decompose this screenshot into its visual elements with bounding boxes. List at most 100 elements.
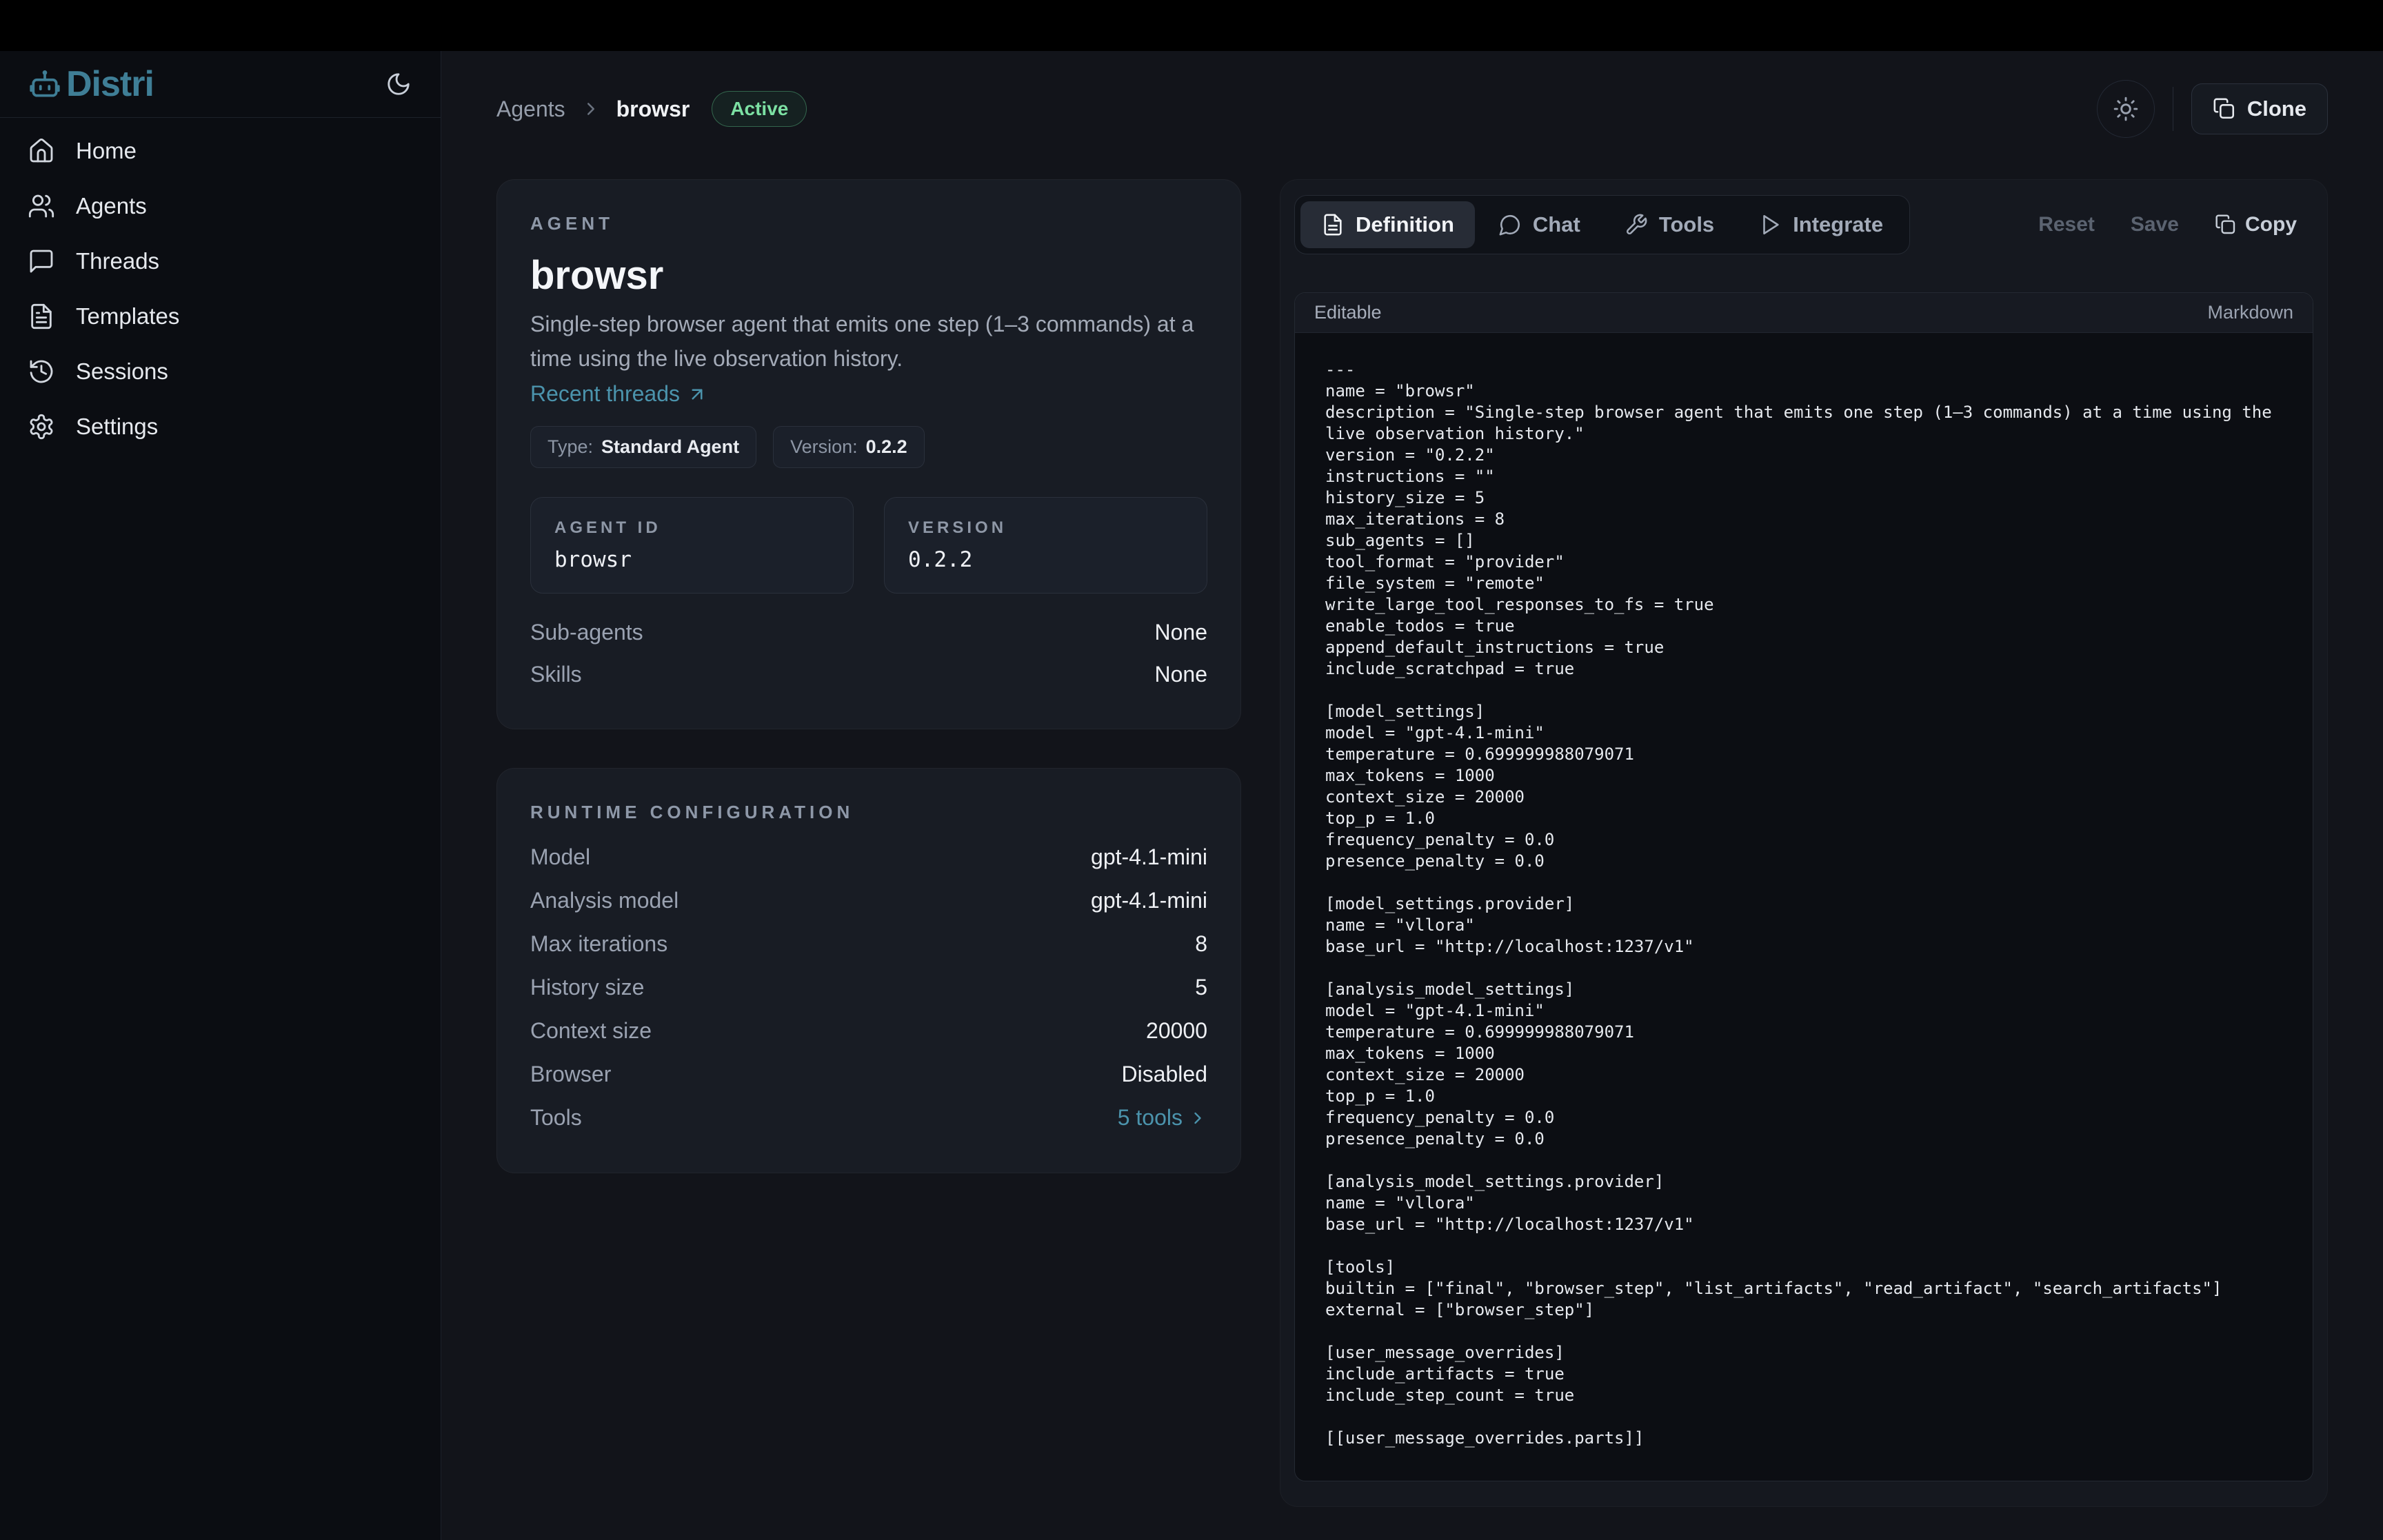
row-label: Max iterations xyxy=(530,931,667,957)
analysis-model-row: Analysis model gpt-4.1-mini xyxy=(530,879,1207,922)
top-bar xyxy=(0,0,2383,51)
bot-icon xyxy=(28,67,62,101)
sidebar-item-label: Home xyxy=(76,138,137,164)
agent-id-label: AGENT ID xyxy=(554,518,829,538)
agent-id-value: browsr xyxy=(554,547,829,572)
row-label: Sub-agents xyxy=(530,620,643,645)
type-pill-value: Standard Agent xyxy=(601,436,739,458)
sidebar-header: Distri xyxy=(0,51,441,118)
sidebar-item-threads[interactable]: Threads xyxy=(0,234,441,289)
agent-meta-pills: Type: Standard Agent Version: 0.2.2 xyxy=(530,426,1207,468)
row-label: Tools xyxy=(530,1105,582,1131)
chevron-right-icon xyxy=(581,99,601,119)
left-column: AGENT browsr Single-step browser agent t… xyxy=(496,179,1241,1173)
tab-integrate[interactable]: Integrate xyxy=(1738,201,1904,248)
moon-icon[interactable] xyxy=(385,71,412,97)
recent-threads-label: Recent threads xyxy=(530,381,680,407)
reset-button[interactable]: Reset xyxy=(2038,213,2095,236)
version-pill: Version: 0.2.2 xyxy=(773,426,925,468)
subagents-row: Sub-agents None xyxy=(530,611,1207,654)
sidebar-item-label: Agents xyxy=(76,193,147,219)
markdown-label: Markdown xyxy=(2207,302,2293,323)
sidebar-item-settings[interactable]: Settings xyxy=(0,399,441,454)
sidebar: Distri Home xyxy=(0,51,441,1540)
save-button[interactable]: Save xyxy=(2131,213,2179,236)
sidebar-item-label: Sessions xyxy=(76,358,168,385)
runtime-section-label: RUNTIME CONFIGURATION xyxy=(530,802,1207,823)
row-value: 20000 xyxy=(1146,1018,1207,1044)
row-value: None xyxy=(1155,662,1208,687)
tab-chat[interactable]: Chat xyxy=(1478,201,1601,248)
sidebar-item-label: Settings xyxy=(76,414,158,440)
agent-detail-rows: Sub-agents None Skills None xyxy=(530,611,1207,696)
version-pill-value: 0.2.2 xyxy=(866,436,907,458)
breadcrumb-current: browsr xyxy=(616,97,690,122)
clone-button-label: Clone xyxy=(2247,97,2306,121)
panel-toolbar: Definition Chat xyxy=(1294,195,2313,254)
chevron-right-icon xyxy=(1188,1108,1207,1128)
agent-version-box: VERSION 0.2.2 xyxy=(884,497,1207,594)
theme-toggle-button[interactable] xyxy=(2097,80,2155,138)
row-label: Browser xyxy=(530,1062,611,1087)
main-header: Agents browsr Active xyxy=(441,51,2383,167)
definition-panel: Definition Chat xyxy=(1280,179,2328,1507)
editor-header: Editable Markdown xyxy=(1295,293,2313,333)
definition-editor: Editable Markdown --- name = "browsr" de… xyxy=(1294,292,2313,1481)
app-shell: Distri Home xyxy=(0,51,2383,1540)
agent-card: AGENT browsr Single-step browser agent t… xyxy=(496,179,1241,729)
users-icon xyxy=(28,192,55,220)
main-area: Agents browsr Active xyxy=(441,51,2383,1540)
context-size-row: Context size 20000 xyxy=(530,1009,1207,1053)
sidebar-item-sessions[interactable]: Sessions xyxy=(0,344,441,399)
message-square-icon xyxy=(28,247,55,275)
clone-button[interactable]: Clone xyxy=(2191,83,2328,134)
history-icon xyxy=(28,358,55,385)
sidebar-item-agents[interactable]: Agents xyxy=(0,179,441,234)
copy-button-label: Copy xyxy=(2245,213,2297,236)
editor-body[interactable]: --- name = "browsr" description = "Singl… xyxy=(1295,333,2313,1481)
recent-threads-link[interactable]: Recent threads xyxy=(530,381,1207,407)
row-label: Skills xyxy=(530,662,582,687)
tab-definition[interactable]: Definition xyxy=(1300,201,1475,248)
content: AGENT browsr Single-step browser agent t… xyxy=(441,167,2383,1507)
type-pill-label: Type: xyxy=(547,436,593,458)
app-logo[interactable]: Distri xyxy=(28,63,154,105)
toml-content[interactable]: --- name = "browsr" description = "Singl… xyxy=(1325,359,2282,1449)
sidebar-item-home[interactable]: Home xyxy=(0,123,441,179)
row-label: Model xyxy=(530,844,590,870)
sidebar-item-label: Threads xyxy=(76,248,159,274)
tab-label: Definition xyxy=(1356,212,1454,237)
file-text-icon xyxy=(28,303,55,330)
copy-button[interactable]: Copy xyxy=(2215,213,2297,236)
row-value: 8 xyxy=(1195,931,1207,957)
history-size-row: History size 5 xyxy=(530,966,1207,1009)
editable-label: Editable xyxy=(1314,302,1382,323)
agent-name: browsr xyxy=(530,252,1207,298)
header-actions: Clone xyxy=(2097,80,2328,138)
tools-link-label: 5 tools xyxy=(1118,1105,1183,1131)
sun-icon xyxy=(2113,96,2139,122)
row-value: gpt-4.1-mini xyxy=(1091,844,1207,870)
row-label: Analysis model xyxy=(530,888,678,913)
breadcrumb-agents-link[interactable]: Agents xyxy=(496,97,565,122)
runtime-config-card: RUNTIME CONFIGURATION Model gpt-4.1-mini… xyxy=(496,768,1241,1173)
play-icon xyxy=(1758,213,1782,236)
model-row: Model gpt-4.1-mini xyxy=(530,835,1207,879)
agent-id-box: AGENT ID browsr xyxy=(530,497,854,594)
tab-tools[interactable]: Tools xyxy=(1604,201,1735,248)
tab-label: Tools xyxy=(1659,212,1714,237)
sidebar-item-templates[interactable]: Templates xyxy=(0,289,441,344)
copy-icon xyxy=(2215,214,2237,236)
agent-version-value: 0.2.2 xyxy=(908,547,1183,572)
gear-icon xyxy=(28,413,55,440)
tools-link[interactable]: 5 tools xyxy=(1118,1105,1207,1131)
browser-row: Browser Disabled xyxy=(530,1053,1207,1096)
breadcrumb: Agents browsr Active xyxy=(496,91,807,127)
agent-id-grid: AGENT ID browsr VERSION 0.2.2 xyxy=(530,497,1207,594)
row-label: History size xyxy=(530,975,644,1000)
agent-description: Single-step browser agent that emits one… xyxy=(530,307,1207,376)
agent-section-label: AGENT xyxy=(530,213,1207,234)
panel-tabs: Definition Chat xyxy=(1294,195,1910,254)
sidebar-nav: Home Agents Threads xyxy=(0,118,441,460)
row-value: 5 xyxy=(1195,975,1207,1000)
